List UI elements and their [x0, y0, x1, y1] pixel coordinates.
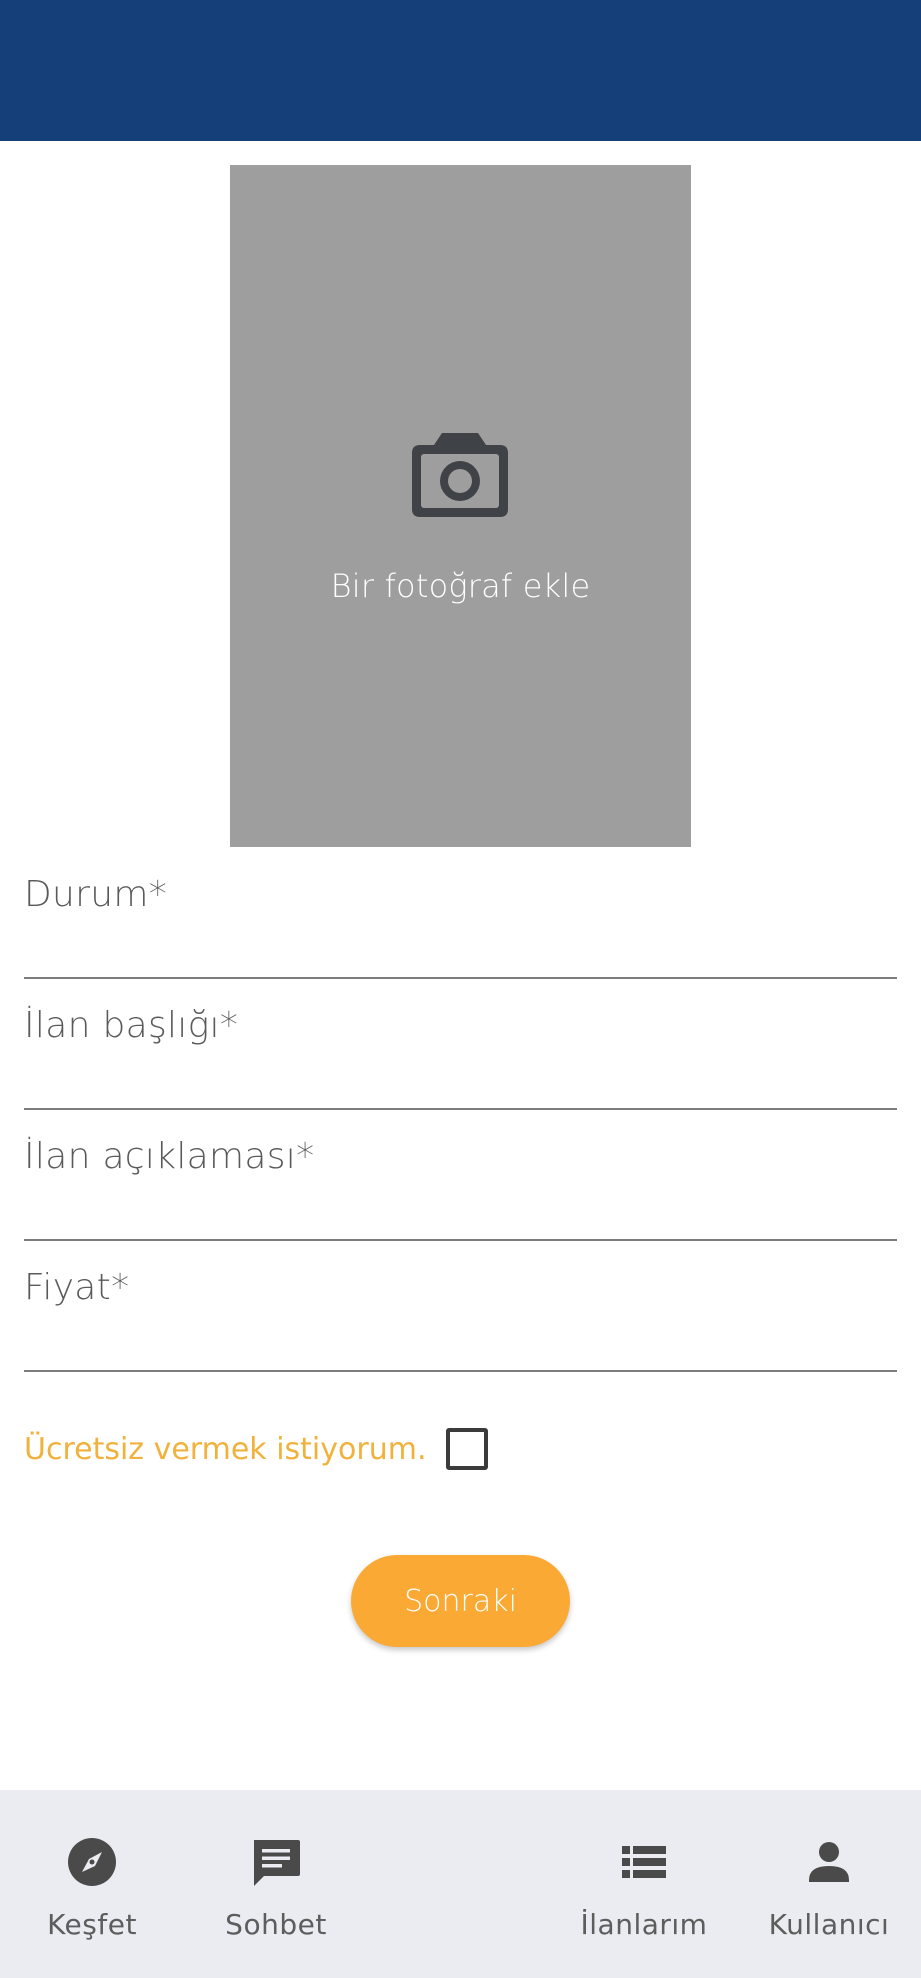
compass-icon [68, 1838, 116, 1886]
add-photo-label: Bir fotoğraf ekle [330, 567, 591, 605]
list-icon [622, 1846, 666, 1878]
camera-icon [412, 433, 508, 517]
nav-label-chat: Sohbet [225, 1908, 327, 1941]
add-photo-area[interactable]: Bir fotoğraf ekle [230, 165, 691, 847]
listing-description-field[interactable]: İlan açıklaması* [24, 1110, 897, 1241]
nav-item-explore[interactable]: Keşfet [0, 1790, 184, 1978]
person-icon [809, 1842, 849, 1882]
nav-item-chat[interactable]: Sohbet [184, 1790, 368, 1978]
price-field[interactable]: Fiyat* [24, 1241, 897, 1372]
condition-label: Durum* [24, 874, 168, 915]
give-free-label: Ücretsiz vermek istiyorum. [24, 1432, 427, 1467]
listing-title-field[interactable]: İlan başlığı* [24, 979, 897, 1110]
nav-item-user[interactable]: Kullanıcı [737, 1790, 921, 1978]
condition-field[interactable]: Durum* [24, 848, 897, 979]
app-bar [0, 0, 921, 141]
listing-description-label: İlan açıklaması* [24, 1136, 315, 1177]
give-free-row: Ücretsiz vermek istiyorum. [24, 1428, 544, 1478]
nav-label-explore: Keşfet [47, 1908, 137, 1941]
bottom-navigation: Keşfet Sohbet İlanlarım Kullanıcı [0, 1790, 921, 1978]
price-underline [24, 1370, 897, 1372]
listing-title-label: İlan başlığı* [24, 1005, 239, 1046]
chat-icon [254, 1840, 300, 1886]
nav-label-my-listings: İlanlarım [580, 1908, 708, 1941]
nav-item-my-listings[interactable]: İlanlarım [552, 1790, 736, 1978]
nav-label-user: Kullanıcı [768, 1908, 890, 1941]
price-label: Fiyat* [24, 1267, 130, 1308]
give-free-checkbox[interactable] [446, 1428, 488, 1470]
next-button[interactable]: Sonraki [351, 1555, 570, 1647]
